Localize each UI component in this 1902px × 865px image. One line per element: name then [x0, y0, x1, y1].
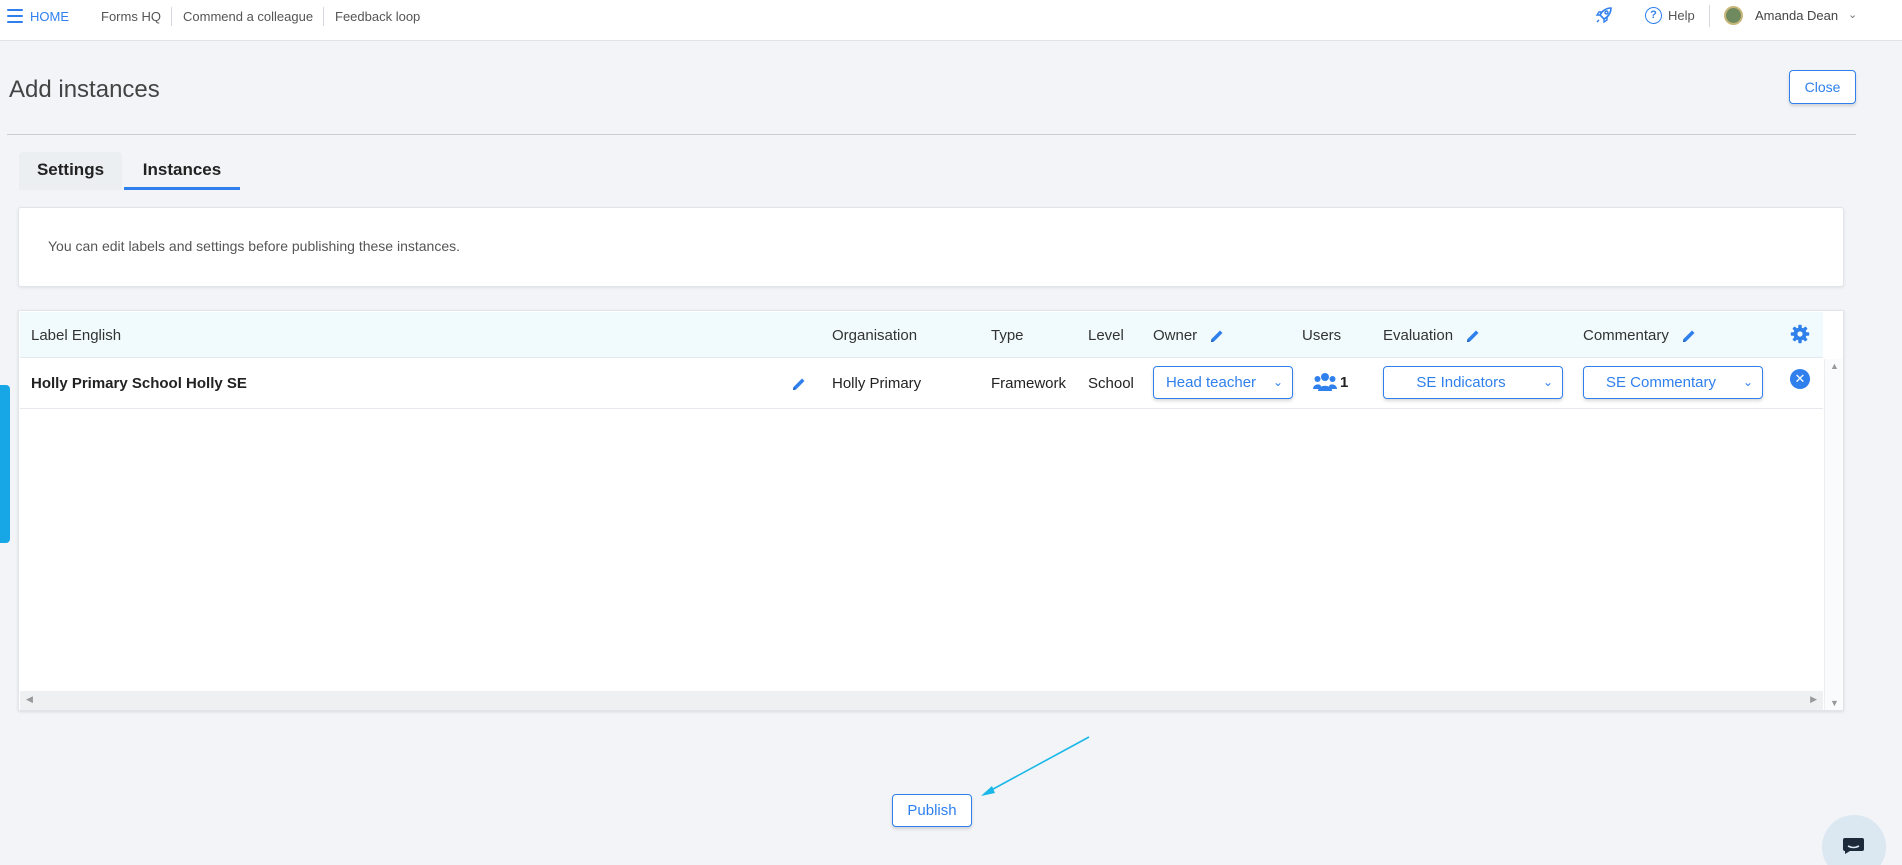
title-divider [7, 134, 1856, 135]
nav-divider [171, 7, 172, 26]
close-button[interactable]: Close [1789, 70, 1856, 104]
column-header-evaluation-label: Evaluation [1383, 327, 1454, 344]
users-group-icon[interactable] [1313, 372, 1337, 392]
annotation-arrow-icon [981, 736, 1090, 796]
evaluation-select-value: SE Indicators [1416, 374, 1506, 391]
top-navigation-bar: HOME Forms HQ Commend a colleague Feedba… [0, 0, 1902, 41]
scroll-left-arrow-icon[interactable]: ◀ [26, 694, 33, 705]
chat-bubble-icon [1843, 838, 1864, 854]
edit-owner-pencil-icon[interactable] [1209, 328, 1225, 344]
instance-label: Holly Primary School Holly SE [31, 375, 247, 392]
settings-gear-icon[interactable] [1790, 324, 1810, 344]
scroll-down-arrow-icon[interactable]: ▼ [1830, 698, 1839, 708]
rocket-icon[interactable] [1594, 5, 1614, 25]
level-value: School [1088, 375, 1134, 392]
remove-row-close-icon[interactable]: ✕ [1790, 369, 1810, 389]
owner-select[interactable]: Head teacher ⌄ [1153, 366, 1293, 399]
nav-divider [323, 7, 324, 26]
scroll-up-arrow-icon[interactable]: ▲ [1830, 361, 1839, 371]
hamburger-menu-icon[interactable] [7, 9, 23, 23]
column-header-type: Type [991, 327, 1024, 344]
type-value: Framework [991, 375, 1067, 392]
edit-label-pencil-icon[interactable] [791, 376, 807, 392]
column-header-owner-label: Owner [1153, 327, 1198, 344]
nav-link-commend-a-colleague[interactable]: Commend a colleague [183, 9, 313, 24]
scroll-right-arrow-icon[interactable]: ▶ [1810, 694, 1817, 705]
column-header-label: Label English [31, 327, 122, 344]
user-avatar[interactable] [1724, 6, 1743, 25]
column-header-users: Users [1302, 327, 1342, 344]
table-header: Label English Organisation Type Level Ow… [20, 312, 1823, 358]
nav-link-feedback-loop[interactable]: Feedback loop [335, 9, 420, 24]
user-name[interactable]: Amanda Dean [1755, 8, 1838, 23]
commentary-select-value: SE Commentary [1605, 374, 1717, 391]
publish-button[interactable]: Publish [892, 794, 972, 827]
tab-instances[interactable]: Instances [124, 152, 240, 190]
edit-commentary-pencil-icon[interactable] [1681, 328, 1697, 344]
home-link[interactable]: HOME [30, 9, 69, 24]
commentary-select[interactable]: SE Commentary ⌄ [1583, 366, 1763, 399]
column-header-level: Level [1088, 327, 1124, 344]
vertical-scrollbar[interactable]: ▲ ▼ [1824, 359, 1843, 710]
owner-select-value: Head teacher [1165, 374, 1257, 391]
info-panel: You can edit labels and settings before … [18, 207, 1844, 287]
edit-evaluation-pencil-icon[interactable] [1465, 328, 1481, 344]
chevron-down-icon: ⌄ [1542, 375, 1553, 389]
help-icon[interactable]: ? [1645, 7, 1662, 24]
page-title: Add instances [9, 76, 160, 103]
column-header-owner: Owner [1153, 327, 1225, 344]
column-header-commentary-label: Commentary [1583, 327, 1669, 344]
table-row: Holly Primary School Holly SE Holly Prim… [20, 359, 1823, 409]
tab-settings[interactable]: Settings [19, 152, 122, 190]
evaluation-select[interactable]: SE Indicators ⌄ [1383, 366, 1563, 399]
chevron-down-icon[interactable]: ⌄ [1848, 8, 1857, 21]
info-text: You can edit labels and settings before … [48, 238, 460, 254]
side-feedback-tab[interactable] [0, 385, 10, 543]
column-header-organisation: Organisation [832, 327, 918, 344]
organisation-value: Holly Primary [832, 375, 922, 392]
nav-divider [1709, 5, 1710, 27]
chat-launcher-button[interactable] [1822, 815, 1886, 865]
chevron-down-icon: ⌄ [1742, 375, 1753, 389]
column-header-commentary: Commentary [1583, 327, 1697, 344]
nav-link-forms-hq[interactable]: Forms HQ [101, 9, 161, 24]
help-link[interactable]: Help [1668, 8, 1695, 23]
users-count[interactable]: 1 [1340, 374, 1348, 391]
column-header-evaluation: Evaluation [1383, 327, 1481, 344]
chevron-down-icon: ⌄ [1272, 375, 1283, 389]
instances-table: Label English Organisation Type Level Ow… [18, 310, 1844, 711]
horizontal-scrollbar[interactable]: ◀ ▶ [20, 691, 1823, 710]
